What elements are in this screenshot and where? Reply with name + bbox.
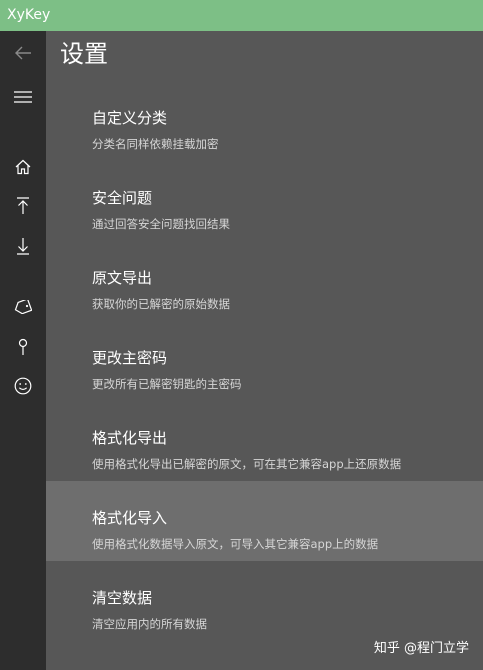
home-icon xyxy=(15,159,31,175)
settings-item-title: 格式化导出 xyxy=(92,429,168,447)
watermark: 知乎 @程门立学 xyxy=(373,641,469,656)
download-icon xyxy=(17,238,29,255)
settings-item-formatted-import[interactable]: 格式化导入 使用格式化数据导入原文，可导入其它兼容app上的数据 xyxy=(46,481,483,561)
settings-item-description: 通过回答安全问题找回结果 xyxy=(92,217,230,231)
settings-item-description: 清空应用内的所有数据 xyxy=(92,617,207,631)
menu-button[interactable] xyxy=(0,79,46,115)
settings-page: 设置 自定义分类 分类名同样依赖挂载加密 安全问题 通过回答安全问题找回结果 原… xyxy=(46,31,483,670)
settings-item-plain-export[interactable]: 原文导出 获取你的已解密的原始数据 xyxy=(46,241,483,321)
pin-button[interactable] xyxy=(0,329,46,365)
tag-button[interactable] xyxy=(0,289,46,325)
pin-icon xyxy=(18,338,28,355)
settings-item-title: 安全问题 xyxy=(92,189,153,207)
settings-item-description: 使用格式化导出已解密的原文，可在其它兼容app上还原数据 xyxy=(92,457,402,471)
back-arrow-icon xyxy=(15,46,31,60)
window-title: XyKey xyxy=(7,7,51,23)
settings-item-title: 原文导出 xyxy=(92,269,153,287)
settings-item-description: 分类名同样依赖挂载加密 xyxy=(92,137,219,151)
sidebar xyxy=(0,31,46,670)
smiley-button[interactable] xyxy=(0,368,46,404)
settings-item-title: 格式化导入 xyxy=(92,509,168,527)
download-button[interactable] xyxy=(0,228,46,264)
settings-item-title: 自定义分类 xyxy=(92,109,168,127)
back-button[interactable] xyxy=(0,35,46,71)
home-button[interactable] xyxy=(0,149,46,185)
settings-item-clear-data[interactable]: 清空数据 清空应用内的所有数据 xyxy=(46,561,483,641)
upload-button[interactable] xyxy=(0,188,46,224)
settings-item-security-question[interactable]: 安全问题 通过回答安全问题找回结果 xyxy=(46,161,483,241)
page-title: 设置 xyxy=(60,40,108,68)
settings-item-custom-category[interactable]: 自定义分类 分类名同样依赖挂载加密 xyxy=(46,81,483,161)
smiley-icon xyxy=(14,377,32,395)
settings-item-formatted-export[interactable]: 格式化导出 使用格式化导出已解密的原文，可在其它兼容app上还原数据 xyxy=(46,401,483,481)
settings-item-description: 获取你的已解密的原始数据 xyxy=(92,297,230,311)
hamburger-menu-icon xyxy=(14,91,32,103)
settings-item-title: 更改主密码 xyxy=(92,349,168,367)
settings-item-description: 更改所有已解密钥匙的主密码 xyxy=(92,377,242,391)
settings-item-change-master-password[interactable]: 更改主密码 更改所有已解密钥匙的主密码 xyxy=(46,321,483,401)
title-bar: XyKey xyxy=(0,0,483,31)
settings-item-description: 使用格式化数据导入原文，可导入其它兼容app上的数据 xyxy=(92,537,379,551)
settings-list: 自定义分类 分类名同样依赖挂载加密 安全问题 通过回答安全问题找回结果 原文导出… xyxy=(46,81,483,641)
upload-icon xyxy=(17,197,29,214)
tag-icon xyxy=(14,300,32,314)
settings-item-title: 清空数据 xyxy=(92,589,153,607)
app-window: XyKey 设置 自定义分类 分类名同样依赖挂载加密 安全问题 通过回答安全问题… xyxy=(0,0,483,670)
